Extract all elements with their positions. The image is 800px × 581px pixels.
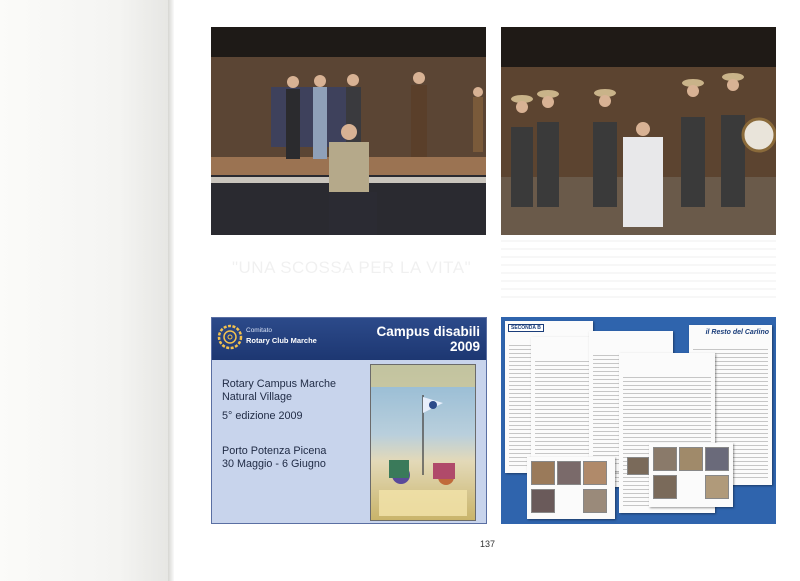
faded-text-show-through <box>501 240 776 300</box>
photo-folk-performers <box>501 27 776 235</box>
left-page-margin <box>0 0 170 581</box>
clipping-tag: SECONDA B <box>508 324 544 332</box>
club-name: Rotary Club Marche <box>246 336 317 345</box>
faded-heading-show-through: "UNA SCOSSA PER LA VITA" <box>232 258 472 277</box>
newspaper-clippings-collage: SECONDA B il Resto del Carlino <box>501 317 776 524</box>
rotary-wheel-icon <box>217 324 243 350</box>
slide-title: Campus disabili 2009 <box>376 324 480 354</box>
slide-line-edition: 5° edizione 2009 <box>222 410 303 422</box>
clipping-photo-strip <box>527 457 615 519</box>
campus-poster-image <box>370 364 476 521</box>
slide-line-dates: 30 Maggio - 6 Giugno <box>222 458 326 470</box>
slide-header: Comitato Rotary Club Marche Campus disab… <box>212 318 486 360</box>
campus-slide: Comitato Rotary Club Marche Campus disab… <box>211 317 487 524</box>
clipping-photo-strip-right <box>649 443 733 507</box>
newspaper-masthead: il Resto del Carlino <box>705 329 769 336</box>
slide-title-line1: Campus disabili <box>376 324 480 339</box>
photo-stage-speakers <box>211 27 486 235</box>
slide-line-campus: Rotary Campus Marche <box>222 378 337 390</box>
page-number: 137 <box>479 539 496 549</box>
slide-line-place: Porto Potenza Picena <box>222 445 327 457</box>
slide-line-village: Natural Village <box>222 391 293 403</box>
comitato-label: Comitato <box>246 327 273 334</box>
slide-title-line2: 2009 <box>449 339 480 354</box>
